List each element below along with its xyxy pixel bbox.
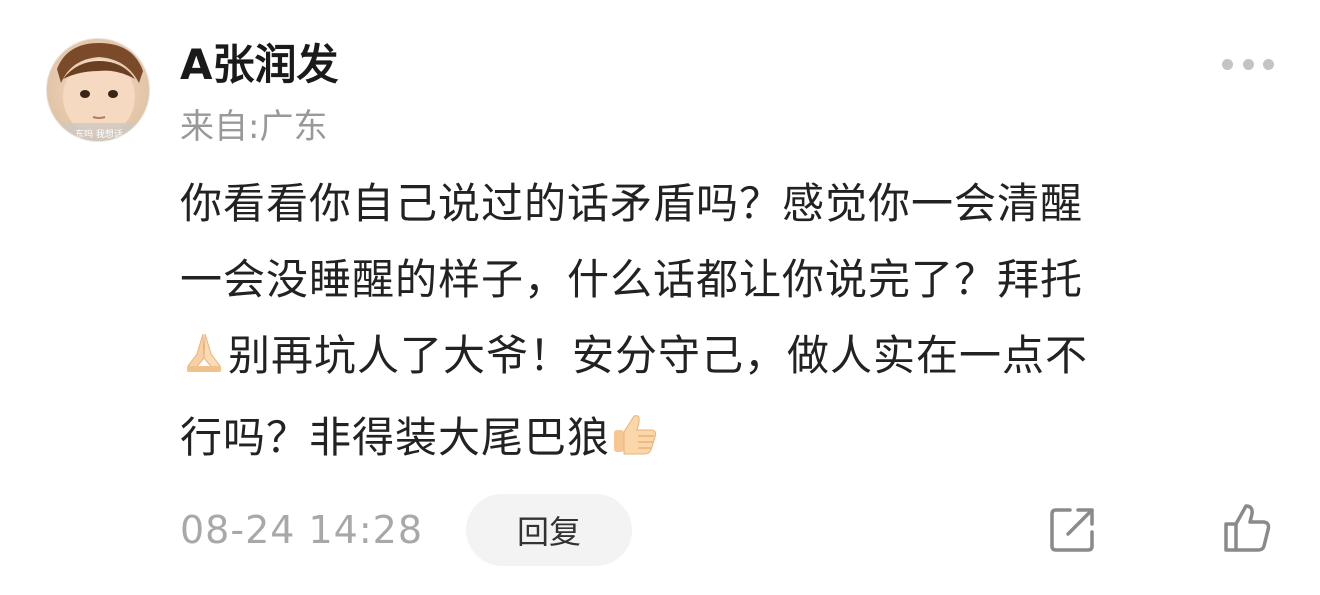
reply-button[interactable]: 回复 <box>466 494 632 566</box>
thumbs-up-icon <box>1224 504 1271 552</box>
more-dots-icon <box>1242 58 1254 70</box>
child-photo-avatar-icon: 东吗 我想话 <box>47 43 149 141</box>
comment-text: 你看看你自己说过的话矛盾吗？感觉你一会清醒 一会没睡醒的样子，什么话都让你说完了？… <box>180 166 1260 482</box>
share-button[interactable] <box>1048 504 1098 554</box>
share-icon <box>1050 508 1094 552</box>
comment-line-text: 别再坑人了大爷！安分守己，做人实在一点不 <box>228 331 1089 380</box>
like-button[interactable] <box>1222 502 1272 552</box>
more-dots-icon <box>1263 58 1274 70</box>
comment-line: 别再坑人了大爷！安分守己，做人实在一点不 <box>180 318 1260 400</box>
folded-hands-emoji-icon <box>180 324 228 400</box>
comment-line: 一会没睡醒的样子，什么话都让你说完了？拜托 <box>180 255 1084 304</box>
location-label: 来自:广东 <box>180 107 328 147</box>
comment-line: 你看看你自己说过的话矛盾吗？感觉你一会清醒 <box>180 179 1084 228</box>
avatar-caption: 东吗 我想话 <box>75 128 123 140</box>
more-options-button[interactable] <box>1222 50 1274 78</box>
comment-line: 行吗？非得装大尾巴狼 <box>180 400 1260 482</box>
more-dots-icon <box>1222 58 1233 70</box>
username[interactable]: A张润发 <box>180 38 339 92</box>
thumbs-up-emoji-icon <box>610 406 660 482</box>
comment-line-text: 行吗？非得装大尾巴狼 <box>180 413 611 462</box>
timestamp: 08-24 14:28 <box>180 508 424 552</box>
avatar[interactable]: 东吗 我想话 <box>46 38 150 142</box>
